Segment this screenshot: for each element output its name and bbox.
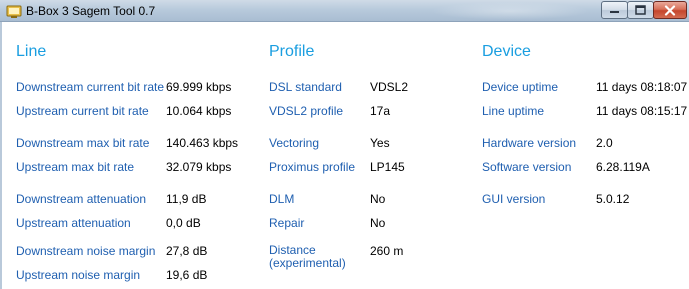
value: 32.079 kbps <box>166 160 232 174</box>
label: Upstream noise margin <box>16 268 141 282</box>
device-section-title: Device <box>482 43 531 60</box>
label: GUI version <box>482 192 546 206</box>
label: Downstream max bit rate <box>16 136 150 150</box>
label: Line uptime <box>482 104 545 118</box>
value: 11,9 dB <box>166 192 207 206</box>
value: 11 days 08:15:17 <box>596 104 688 118</box>
label: Device uptime <box>482 80 559 94</box>
value: 140.463 kbps <box>166 136 239 150</box>
maximize-icon <box>635 5 646 15</box>
value: 260 m <box>370 244 404 258</box>
title-bar[interactable]: B-Box 3 Sagem Tool 0.7 <box>0 0 689 22</box>
value: 6.28.119A <box>596 160 650 174</box>
value: LP145 <box>370 160 405 174</box>
label: DSL standard <box>269 80 342 94</box>
label: Downstream noise margin <box>16 244 156 258</box>
minimize-icon <box>610 11 619 13</box>
label: Proximus profile <box>269 160 356 174</box>
value: No <box>370 192 386 206</box>
value: 2.0 <box>596 136 613 150</box>
label: Distance (experimental) <box>269 244 346 270</box>
value: 69.999 kbps <box>166 80 232 94</box>
label: Upstream max bit rate <box>16 160 135 174</box>
label-line-2: (experimental) <box>269 256 346 270</box>
label: Downstream attenuation <box>16 192 147 206</box>
close-button[interactable] <box>653 1 687 19</box>
value: VDSL2 <box>370 80 409 94</box>
profile-section-title: Profile <box>269 43 315 60</box>
value: 0,0 dB <box>166 216 201 230</box>
value: 5.0.12 <box>596 192 630 206</box>
label: Repair <box>269 216 305 230</box>
label: Hardware version <box>482 136 577 150</box>
value: 10.064 kbps <box>166 104 232 118</box>
label: Vectoring <box>269 136 320 150</box>
value: 19,6 dB <box>166 268 208 282</box>
minimize-button[interactable] <box>601 1 628 19</box>
label: Upstream attenuation <box>16 216 131 230</box>
value: 27,8 dB <box>166 244 208 258</box>
line-section-title: Line <box>16 43 47 60</box>
title-glow <box>430 2 590 20</box>
client-area: Line Downstream current bit rate 69.999 … <box>2 22 689 289</box>
label: Software version <box>482 160 572 174</box>
maximize-button[interactable] <box>627 1 654 19</box>
label-line-1: Distance <box>269 243 316 257</box>
app-icon <box>6 3 22 19</box>
label: VDSL2 profile <box>269 104 344 118</box>
value: No <box>370 216 386 230</box>
label: DLM <box>269 192 295 206</box>
window-title: B-Box 3 Sagem Tool 0.7 <box>26 4 156 18</box>
label: Upstream current bit rate <box>16 104 149 118</box>
value: 11 days 08:18:07 <box>596 80 688 94</box>
label: Downstream current bit rate <box>16 80 165 94</box>
value: 17a <box>370 104 391 118</box>
value: Yes <box>370 136 390 150</box>
close-icon <box>664 4 676 16</box>
